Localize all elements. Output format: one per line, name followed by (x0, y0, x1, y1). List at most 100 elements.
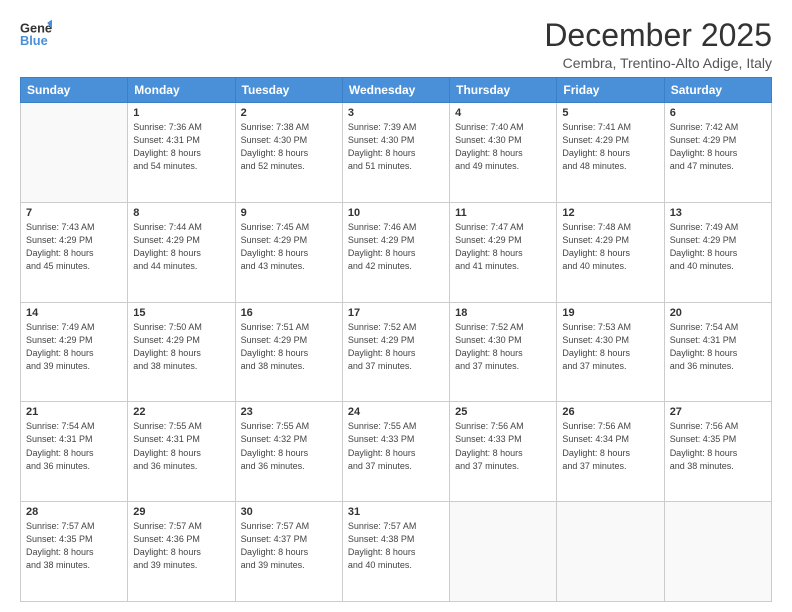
day-info: Sunrise: 7:57 AM Sunset: 4:38 PM Dayligh… (348, 520, 444, 572)
calendar-week-1: 7Sunrise: 7:43 AM Sunset: 4:29 PM Daylig… (21, 202, 772, 302)
calendar-cell (450, 502, 557, 602)
day-info: Sunrise: 7:42 AM Sunset: 4:29 PM Dayligh… (670, 121, 766, 173)
day-info: Sunrise: 7:36 AM Sunset: 4:31 PM Dayligh… (133, 121, 229, 173)
calendar-cell: 7Sunrise: 7:43 AM Sunset: 4:29 PM Daylig… (21, 202, 128, 302)
day-number: 27 (670, 406, 766, 418)
day-number: 25 (455, 406, 551, 418)
month-title: December 2025 (544, 18, 772, 53)
day-info: Sunrise: 7:55 AM Sunset: 4:33 PM Dayligh… (348, 420, 444, 472)
calendar-week-2: 14 Sunrise: 7:49 AM Sunset: 4:29 PM Dayli… (21, 302, 772, 402)
col-monday: Monday (128, 78, 235, 103)
day-info: Sunrise: 7:54 AM Sunset: 4:31 PM Dayligh… (26, 420, 122, 472)
day-info: Sunrise: 7:52 AM Sunset: 4:29 PM Dayligh… (348, 321, 444, 373)
calendar-cell: 4 Sunrise: 7:40 AM Sunset: 4:30 PM Daylig… (450, 103, 557, 203)
calendar-cell: 30 Sunrise: 7:57 AM Sunset: 4:37 PM Dayli… (235, 502, 342, 602)
day-info: Sunrise: 7:52 AM Sunset: 4:30 PM Dayligh… (455, 321, 551, 373)
calendar-cell: 19 Sunrise: 7:53 AM Sunset: 4:30 PM Dayli… (557, 302, 664, 402)
day-number: 30 (241, 506, 337, 518)
calendar-cell: 10 Sunrise: 7:46 AM Sunset: 4:29 PM Dayli… (342, 202, 449, 302)
calendar-cell: 2Sunrise: 7:38 AM Sunset: 4:30 PM Daylig… (235, 103, 342, 203)
day-info: Sunrise: 7:50 AM Sunset: 4:29 PM Dayligh… (133, 321, 229, 373)
calendar-cell: 17 Sunrise: 7:52 AM Sunset: 4:29 PM Dayli… (342, 302, 449, 402)
col-saturday: Saturday (664, 78, 771, 103)
day-info: Sunrise: 7:39 AM Sunset: 4:30 PM Dayligh… (348, 121, 444, 173)
calendar-cell: 1 Sunrise: 7:36 AM Sunset: 4:31 PM Daylig… (128, 103, 235, 203)
day-number: 2 (241, 107, 337, 119)
calendar-cell: 24 Sunrise: 7:55 AM Sunset: 4:33 PM Dayli… (342, 402, 449, 502)
calendar-cell: 26Sunrise: 7:56 AM Sunset: 4:34 PM Dayli… (557, 402, 664, 502)
calendar-week-0: 1 Sunrise: 7:36 AM Sunset: 4:31 PM Daylig… (21, 103, 772, 203)
day-number: 26 (562, 406, 658, 418)
day-number: 9 (241, 207, 337, 219)
calendar-cell: 29 Sunrise: 7:57 AM Sunset: 4:36 PM Dayli… (128, 502, 235, 602)
svg-text:Blue: Blue (20, 33, 48, 48)
calendar-cell: 25 Sunrise: 7:56 AM Sunset: 4:33 PM Dayli… (450, 402, 557, 502)
header: General Blue December 2025 Cembra, Trent… (20, 18, 772, 71)
title-block: December 2025 Cembra, Trentino-Alto Adig… (544, 18, 772, 71)
day-info: Sunrise: 7:57 AM Sunset: 4:36 PM Dayligh… (133, 520, 229, 572)
day-number: 21 (26, 406, 122, 418)
calendar-week-3: 21 Sunrise: 7:54 AM Sunset: 4:31 PM Dayli… (21, 402, 772, 502)
day-number: 1 (133, 107, 229, 119)
day-info: Sunrise: 7:48 AM Sunset: 4:29 PM Dayligh… (562, 221, 658, 273)
day-info: Sunrise: 7:47 AM Sunset: 4:29 PM Dayligh… (455, 221, 551, 273)
day-number: 18 (455, 307, 551, 319)
day-number: 12 (562, 207, 658, 219)
logo: General Blue (20, 18, 52, 50)
day-number: 19 (562, 307, 658, 319)
day-number: 14 (26, 307, 122, 319)
day-number: 24 (348, 406, 444, 418)
day-number: 10 (348, 207, 444, 219)
day-number: 28 (26, 506, 122, 518)
day-info: Sunrise: 7:51 AM Sunset: 4:29 PM Dayligh… (241, 321, 337, 373)
location: Cembra, Trentino-Alto Adige, Italy (544, 55, 772, 71)
day-info: Sunrise: 7:40 AM Sunset: 4:30 PM Dayligh… (455, 121, 551, 173)
day-number: 15 (133, 307, 229, 319)
calendar-cell: 21 Sunrise: 7:54 AM Sunset: 4:31 PM Dayli… (21, 402, 128, 502)
calendar-cell: 15 Sunrise: 7:50 AM Sunset: 4:29 PM Dayli… (128, 302, 235, 402)
day-number: 22 (133, 406, 229, 418)
calendar-cell: 20Sunrise: 7:54 AM Sunset: 4:31 PM Dayli… (664, 302, 771, 402)
calendar-cell: 14 Sunrise: 7:49 AM Sunset: 4:29 PM Dayli… (21, 302, 128, 402)
day-info: Sunrise: 7:57 AM Sunset: 4:35 PM Dayligh… (26, 520, 122, 572)
page: General Blue December 2025 Cembra, Trent… (0, 0, 792, 612)
calendar-cell: 22Sunrise: 7:55 AM Sunset: 4:31 PM Dayli… (128, 402, 235, 502)
calendar-week-4: 28 Sunrise: 7:57 AM Sunset: 4:35 PM Dayli… (21, 502, 772, 602)
day-number: 16 (241, 307, 337, 319)
day-number: 8 (133, 207, 229, 219)
calendar-cell: 6 Sunrise: 7:42 AM Sunset: 4:29 PM Daylig… (664, 103, 771, 203)
day-info: Sunrise: 7:57 AM Sunset: 4:37 PM Dayligh… (241, 520, 337, 572)
day-number: 17 (348, 307, 444, 319)
calendar-cell: 16 Sunrise: 7:51 AM Sunset: 4:29 PM Dayli… (235, 302, 342, 402)
day-number: 6 (670, 107, 766, 119)
day-number: 13 (670, 207, 766, 219)
day-number: 23 (241, 406, 337, 418)
day-number: 4 (455, 107, 551, 119)
day-info: Sunrise: 7:55 AM Sunset: 4:32 PM Dayligh… (241, 420, 337, 472)
col-thursday: Thursday (450, 78, 557, 103)
calendar-cell: 13 Sunrise: 7:49 AM Sunset: 4:29 PM Dayli… (664, 202, 771, 302)
day-info: Sunrise: 7:44 AM Sunset: 4:29 PM Dayligh… (133, 221, 229, 273)
col-sunday: Sunday (21, 78, 128, 103)
calendar-cell: 31 Sunrise: 7:57 AM Sunset: 4:38 PM Dayli… (342, 502, 449, 602)
day-info: Sunrise: 7:49 AM Sunset: 4:29 PM Dayligh… (670, 221, 766, 273)
calendar-cell: 5 Sunrise: 7:41 AM Sunset: 4:29 PM Daylig… (557, 103, 664, 203)
day-number: 5 (562, 107, 658, 119)
calendar-cell: 18 Sunrise: 7:52 AM Sunset: 4:30 PM Dayli… (450, 302, 557, 402)
calendar-cell: 9Sunrise: 7:45 AM Sunset: 4:29 PM Daylig… (235, 202, 342, 302)
day-info: Sunrise: 7:56 AM Sunset: 4:33 PM Dayligh… (455, 420, 551, 472)
day-number: 11 (455, 207, 551, 219)
col-tuesday: Tuesday (235, 78, 342, 103)
day-number: 7 (26, 207, 122, 219)
day-info: Sunrise: 7:53 AM Sunset: 4:30 PM Dayligh… (562, 321, 658, 373)
calendar-cell: 3 Sunrise: 7:39 AM Sunset: 4:30 PM Daylig… (342, 103, 449, 203)
day-number: 3 (348, 107, 444, 119)
day-info: Sunrise: 7:56 AM Sunset: 4:35 PM Dayligh… (670, 420, 766, 472)
day-number: 29 (133, 506, 229, 518)
day-number: 31 (348, 506, 444, 518)
day-info: Sunrise: 7:41 AM Sunset: 4:29 PM Dayligh… (562, 121, 658, 173)
col-wednesday: Wednesday (342, 78, 449, 103)
day-info: Sunrise: 7:54 AM Sunset: 4:31 PM Dayligh… (670, 321, 766, 373)
day-info: Sunrise: 7:46 AM Sunset: 4:29 PM Dayligh… (348, 221, 444, 273)
day-info: Sunrise: 7:49 AM Sunset: 4:29 PM Dayligh… (26, 321, 122, 373)
